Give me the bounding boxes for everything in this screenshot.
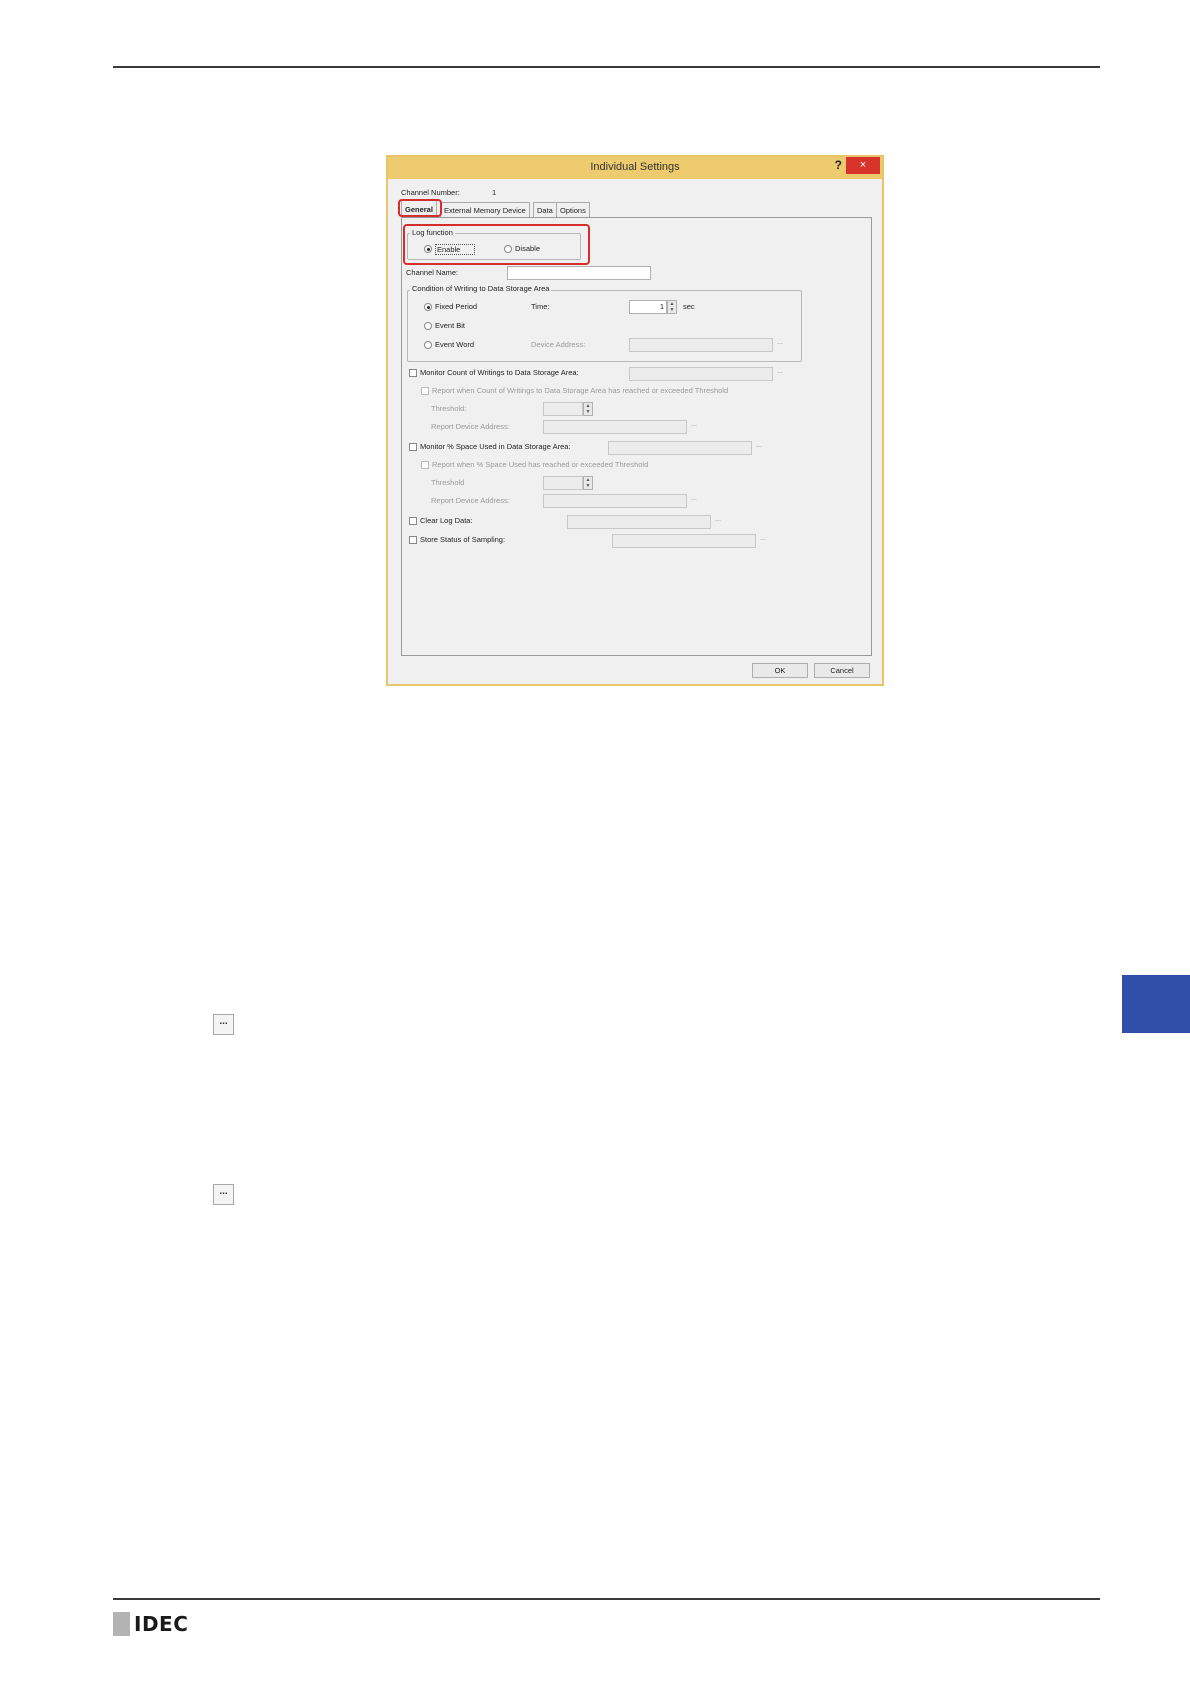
event-word-label[interactable]: Event Word — [435, 340, 474, 349]
time-input[interactable]: 1 — [629, 300, 667, 314]
browse-button-icon: ... — [213, 1184, 234, 1205]
clear-log-browse-button[interactable]: ... — [712, 516, 724, 528]
device-address-input[interactable] — [629, 338, 773, 352]
channel-name-label: Channel Name: — [406, 268, 459, 277]
footer-rule — [113, 1598, 1100, 1600]
monitor-space-browse-button[interactable]: ... — [753, 442, 765, 454]
tab-data[interactable]: Data — [533, 202, 557, 217]
time-value: 1 — [659, 302, 664, 311]
dialog-titlebar: Individual Settings ? × — [388, 157, 882, 179]
monitor-space-input[interactable] — [608, 441, 752, 455]
time-label: Time: — [531, 302, 550, 311]
header-rule — [113, 66, 1100, 68]
tab-options[interactable]: Options — [556, 202, 590, 217]
space-threshold-spinner[interactable]: ▲ ▼ — [583, 476, 593, 490]
device-address-label: Device Address: — [531, 340, 586, 349]
channel-number-value: 1 — [492, 188, 497, 197]
event-word-radio[interactable] — [424, 341, 432, 349]
tab-general-highlight — [398, 199, 442, 217]
clear-log-checkbox[interactable] — [409, 517, 417, 525]
ok-button[interactable]: OK — [752, 663, 808, 678]
report-count-checkbox[interactable] — [421, 387, 429, 395]
space-report-device-label: Report Device Address: — [431, 496, 510, 505]
space-report-device-browse-button[interactable]: ... — [688, 495, 700, 507]
idec-logo: IDEC — [113, 1612, 188, 1636]
time-unit: sec — [683, 302, 695, 311]
monitor-space-label[interactable]: Monitor % Space Used in Data Storage Are… — [420, 442, 571, 451]
channel-number-label: Channel Number: — [401, 188, 460, 197]
monitor-space-checkbox[interactable] — [409, 443, 417, 451]
monitor-count-input[interactable] — [629, 367, 773, 381]
count-threshold-spinner[interactable]: ▲ ▼ — [583, 402, 593, 416]
report-space-checkbox[interactable] — [421, 461, 429, 469]
help-icon[interactable]: ? — [835, 158, 842, 172]
event-bit-radio[interactable] — [424, 322, 432, 330]
time-spinner[interactable]: ▲ ▼ — [667, 300, 677, 314]
monitor-count-checkbox[interactable] — [409, 369, 417, 377]
individual-settings-dialog: Individual Settings ? × Channel Number: … — [386, 155, 884, 686]
monitor-count-label[interactable]: Monitor Count of Writings to Data Storag… — [420, 368, 579, 377]
space-threshold-input[interactable] — [543, 476, 583, 490]
count-threshold-label: Threshold: — [431, 404, 467, 413]
browse-button-icon: ... — [213, 1014, 234, 1035]
store-status-checkbox[interactable] — [409, 536, 417, 544]
count-threshold-input[interactable] — [543, 402, 583, 416]
log-function-highlight — [403, 224, 590, 265]
fixed-period-label[interactable]: Fixed Period — [435, 302, 477, 311]
count-report-device-browse-button[interactable]: ... — [688, 421, 700, 433]
store-status-browse-button[interactable]: ... — [757, 535, 769, 547]
device-address-browse-button[interactable]: ... — [774, 339, 786, 351]
space-threshold-label: Threshold — [431, 478, 465, 487]
report-count-label[interactable]: Report when Count of Writings to Data St… — [432, 386, 728, 395]
store-status-label[interactable]: Store Status of Sampling: — [420, 535, 505, 544]
space-report-device-input[interactable] — [543, 494, 687, 508]
monitor-count-browse-button[interactable]: ... — [774, 368, 786, 380]
count-report-device-input[interactable] — [543, 420, 687, 434]
logo-text: IDEC — [134, 1612, 189, 1636]
dialog-title: Individual Settings — [590, 161, 680, 173]
tab-external-memory-device[interactable]: External Memory Device — [440, 202, 530, 217]
cancel-button[interactable]: Cancel — [814, 663, 870, 678]
chapter-side-tab — [1122, 975, 1190, 1033]
close-button[interactable]: × — [846, 157, 880, 174]
channel-name-input[interactable] — [507, 266, 651, 280]
fixed-period-radio[interactable] — [424, 303, 432, 311]
clear-log-input[interactable] — [567, 515, 711, 529]
condition-label: Condition of Writing to Data Storage Are… — [410, 284, 552, 293]
event-bit-label[interactable]: Event Bit — [435, 321, 465, 330]
general-tab-panel: Log function Enable Disable Channel Name… — [401, 217, 872, 656]
store-status-input[interactable] — [612, 534, 756, 548]
count-report-device-label: Report Device Address: — [431, 422, 510, 431]
logo-bar — [113, 1612, 130, 1636]
report-space-label[interactable]: Report when % Space Used has reached or … — [432, 460, 648, 469]
clear-log-label[interactable]: Clear Log Data: — [420, 516, 473, 525]
